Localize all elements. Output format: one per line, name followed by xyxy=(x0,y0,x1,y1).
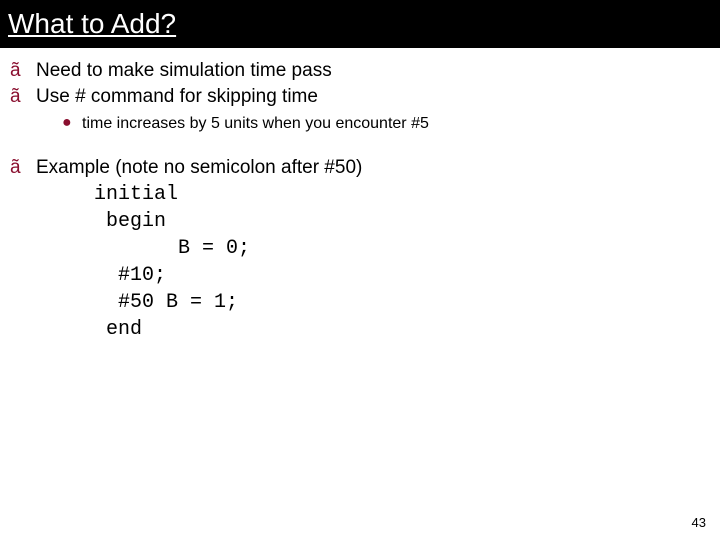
page-number: 43 xyxy=(692,515,706,530)
slide-content: ã Need to make simulation time pass ã Us… xyxy=(0,48,720,343)
code-line: B = 0; xyxy=(94,237,250,260)
bullet-item: ã Use # command for skipping time xyxy=(10,84,720,110)
sub-bullet-item: ● time increases by 5 units when you enc… xyxy=(62,113,720,135)
bullet-marker: ã xyxy=(10,58,36,84)
sub-bullet-text: time increases by 5 units when you encou… xyxy=(82,113,429,135)
code-line: #10; xyxy=(94,264,166,287)
code-line: begin xyxy=(94,210,166,233)
title-bar: What to Add? xyxy=(0,0,720,48)
slide-title: What to Add? xyxy=(8,8,176,40)
code-block: initial begin B = 0; #10; #50 B = 1; end xyxy=(10,181,720,343)
bullet-item: ã Need to make simulation time pass xyxy=(10,58,720,84)
bullet-text: Need to make simulation time pass xyxy=(36,58,332,84)
bullet-marker: ã xyxy=(10,155,36,181)
code-line: initial xyxy=(94,183,178,206)
sub-bullet-list: ● time increases by 5 units when you enc… xyxy=(10,113,720,135)
bullet-item: ã Example (note no semicolon after #50) xyxy=(10,155,720,181)
code-line: #50 B = 1; xyxy=(94,291,238,314)
bullet-list: ã Need to make simulation time pass ã Us… xyxy=(10,58,720,109)
bullet-text: Example (note no semicolon after #50) xyxy=(36,155,362,181)
bullet-marker: ã xyxy=(10,84,36,110)
bullet-list-example: ã Example (note no semicolon after #50) xyxy=(10,155,720,181)
spacer xyxy=(10,135,720,155)
code-line: end xyxy=(94,318,142,341)
bullet-text: Use # command for skipping time xyxy=(36,84,318,110)
sub-bullet-marker: ● xyxy=(62,113,82,134)
